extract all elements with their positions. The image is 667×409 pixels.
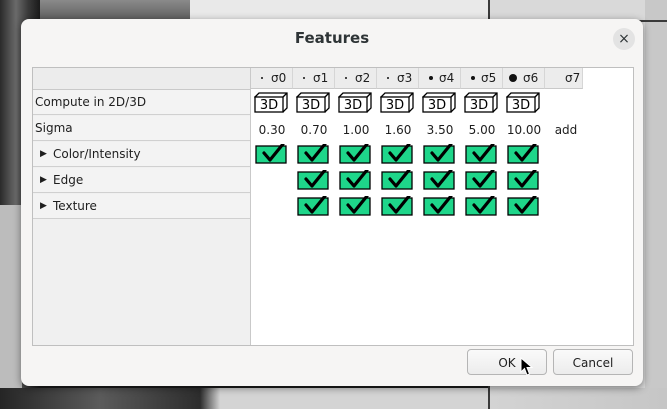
sigma-value: 1.60 bbox=[384, 123, 412, 137]
dialog-titlebar[interactable]: Features × bbox=[21, 19, 643, 59]
column-label-sigma-3: σ3 bbox=[397, 71, 413, 85]
row-label-color-intensity: Color/Intensity bbox=[53, 147, 141, 161]
column-label-sigma-6: σ6 bbox=[523, 71, 539, 85]
row-header-compute: Compute in 2D/3D bbox=[33, 90, 250, 115]
svg-text:3D: 3D bbox=[260, 98, 278, 113]
row-header-edge[interactable]: ▶ Edge bbox=[33, 168, 250, 193]
checkbox-texture-sigma-1[interactable] bbox=[297, 196, 329, 216]
sigma-value: 0.30 bbox=[258, 123, 286, 137]
checkbox-edge-sigma-3[interactable] bbox=[381, 170, 413, 190]
column-header-sigma-4: σ4 bbox=[419, 68, 461, 89]
dialog-title: Features bbox=[294, 29, 370, 47]
close-button[interactable]: × bbox=[613, 28, 635, 50]
checkbox-color-intensity-sigma-1[interactable] bbox=[297, 144, 329, 164]
row-header-color-intensity[interactable]: ▶ Color/Intensity bbox=[33, 142, 250, 167]
sigma-value: 5.00 bbox=[468, 123, 496, 137]
row-header-texture[interactable]: ▶ Texture bbox=[33, 194, 250, 219]
column-label-sigma-7: σ7 bbox=[565, 71, 581, 85]
add-sigma-link[interactable]: add bbox=[546, 123, 586, 137]
row-header-sigma: Sigma bbox=[33, 116, 250, 141]
column-label-sigma-5: σ5 bbox=[481, 71, 497, 85]
row-header-column: Compute in 2D/3D Sigma ▶ Color/Intensity… bbox=[33, 68, 251, 345]
checkbox-texture-sigma-4[interactable] bbox=[423, 196, 455, 216]
cancel-button[interactable]: Cancel bbox=[553, 349, 633, 375]
row-label-edge: Edge bbox=[53, 173, 84, 187]
features-table: Compute in 2D/3D Sigma ▶ Color/Intensity… bbox=[32, 67, 634, 346]
ok-button[interactable]: OK bbox=[467, 349, 547, 375]
toggle-3d-button[interactable]: 3D bbox=[338, 92, 372, 113]
sigma-size-dot-icon bbox=[387, 77, 389, 79]
svg-text:3D: 3D bbox=[344, 98, 362, 113]
checkbox-color-intensity-sigma-2[interactable] bbox=[339, 144, 371, 164]
checkbox-color-intensity-sigma-0[interactable] bbox=[255, 144, 287, 164]
checkbox-edge-sigma-4[interactable] bbox=[423, 170, 455, 190]
column-label-sigma-1: σ1 bbox=[313, 71, 329, 85]
toggle-3d-button[interactable]: 3D bbox=[380, 92, 414, 113]
toggle-3d-button[interactable]: 3D bbox=[506, 92, 540, 113]
toggle-3d-button[interactable]: 3D bbox=[422, 92, 456, 113]
checkbox-texture-sigma-6[interactable] bbox=[507, 196, 539, 216]
toggle-3d-button[interactable]: 3D bbox=[464, 92, 498, 113]
column-header-sigma-2: σ2 bbox=[335, 68, 377, 89]
checkbox-color-intensity-sigma-3[interactable] bbox=[381, 144, 413, 164]
sigma-value: 1.00 bbox=[342, 123, 370, 137]
close-icon: × bbox=[618, 31, 630, 47]
expand-arrow-icon[interactable]: ▶ bbox=[40, 168, 47, 193]
row-label-texture: Texture bbox=[53, 199, 97, 213]
toggle-3d-button[interactable]: 3D bbox=[254, 92, 288, 113]
column-label-sigma-2: σ2 bbox=[355, 71, 371, 85]
features-dialog: Features × Compute in 2D/3D Sigma ▶ Colo… bbox=[21, 19, 643, 386]
checkbox-edge-sigma-1[interactable] bbox=[297, 170, 329, 190]
background-bottom-strip bbox=[0, 388, 667, 409]
expand-arrow-icon[interactable]: ▶ bbox=[40, 142, 47, 167]
sigma-value: 0.70 bbox=[300, 123, 328, 137]
sigma-size-dot-icon bbox=[471, 76, 475, 80]
checkbox-edge-sigma-2[interactable] bbox=[339, 170, 371, 190]
background-bottom-divider bbox=[488, 388, 490, 409]
svg-text:3D: 3D bbox=[470, 98, 488, 113]
checkbox-texture-sigma-3[interactable] bbox=[381, 196, 413, 216]
column-label-sigma-0: σ0 bbox=[271, 71, 287, 85]
mouse-pointer-icon bbox=[520, 357, 534, 376]
background-window-right-edge bbox=[645, 0, 667, 409]
sigma-value: 3.50 bbox=[426, 123, 454, 137]
sigma-size-dot-icon bbox=[429, 76, 433, 80]
checkbox-color-intensity-sigma-4[interactable] bbox=[423, 144, 455, 164]
checkbox-texture-sigma-5[interactable] bbox=[465, 196, 497, 216]
column-header-sigma-1: σ1 bbox=[293, 68, 335, 89]
column-header-sigma-7: σ7 bbox=[545, 68, 583, 89]
sigma-size-dot-icon bbox=[345, 77, 347, 79]
checkbox-color-intensity-sigma-5[interactable] bbox=[465, 144, 497, 164]
svg-text:3D: 3D bbox=[302, 98, 320, 113]
row-label-compute: Compute in 2D/3D bbox=[35, 95, 147, 109]
checkbox-color-intensity-sigma-6[interactable] bbox=[507, 144, 539, 164]
row-label-sigma: Sigma bbox=[35, 121, 73, 135]
column-header-sigma-3: σ3 bbox=[377, 68, 419, 89]
checkbox-edge-sigma-5[interactable] bbox=[465, 170, 497, 190]
sigma-value: 10.00 bbox=[506, 123, 542, 137]
toggle-3d-button[interactable]: 3D bbox=[296, 92, 330, 113]
checkbox-texture-sigma-2[interactable] bbox=[339, 196, 371, 216]
background-panel-left bbox=[0, 205, 22, 388]
svg-text:3D: 3D bbox=[512, 98, 530, 113]
column-header-sigma-0: σ0 bbox=[251, 68, 293, 89]
column-header-sigma-5: σ5 bbox=[461, 68, 503, 89]
svg-text:3D: 3D bbox=[386, 98, 404, 113]
table-corner bbox=[33, 68, 250, 90]
sigma-size-dot-icon bbox=[303, 77, 305, 79]
column-header-sigma-6: σ6 bbox=[503, 68, 545, 89]
sigma-size-dot-icon bbox=[261, 77, 263, 79]
svg-text:3D: 3D bbox=[428, 98, 446, 113]
checkbox-edge-sigma-6[interactable] bbox=[507, 170, 539, 190]
sigma-size-dot-icon bbox=[509, 74, 517, 82]
expand-arrow-icon[interactable]: ▶ bbox=[40, 194, 47, 219]
column-label-sigma-4: σ4 bbox=[439, 71, 455, 85]
